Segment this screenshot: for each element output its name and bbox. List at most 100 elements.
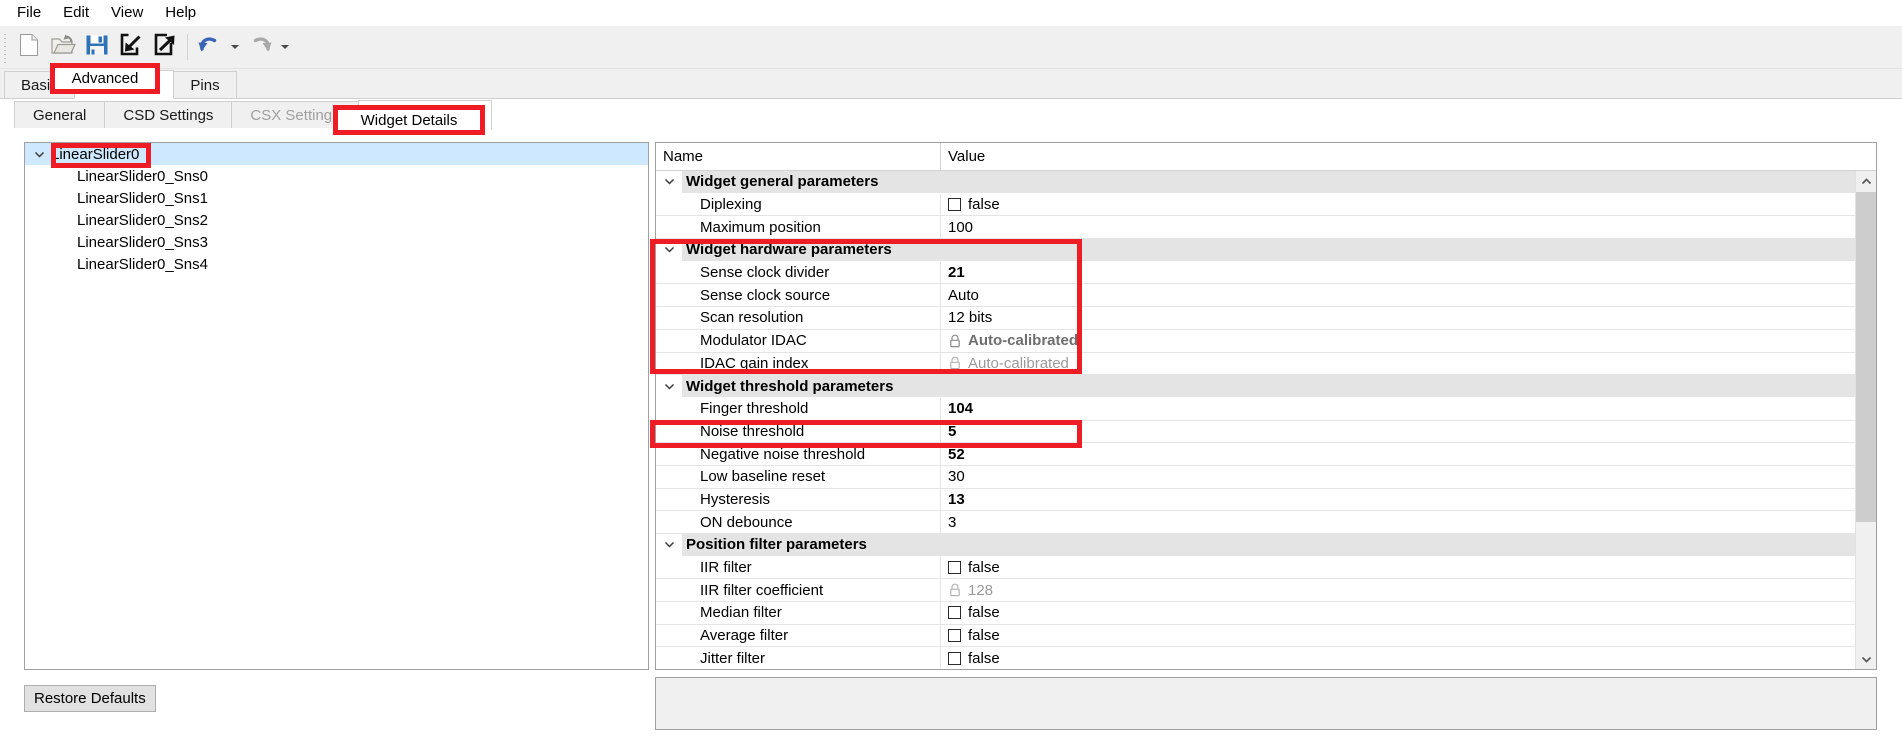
grid-param-row[interactable]: Sense clock source Auto	[656, 284, 1876, 308]
toolbar-drag-handle[interactable]	[2, 30, 9, 64]
grid-group-row[interactable]: Widget hardware parameters	[656, 239, 1876, 262]
grid-group-name-cell[interactable]: Position filter parameters	[656, 534, 941, 556]
grid-param-value-cell[interactable]: 3	[941, 511, 1876, 533]
grid-param-value-cell[interactable]: 30	[941, 466, 1876, 488]
grid-param-name-cell[interactable]: Median filter	[656, 602, 941, 624]
grid-param-value-cell[interactable]: 12 bits	[941, 307, 1876, 329]
grid-param-name-cell[interactable]: Negative noise threshold	[656, 443, 941, 465]
grid-param-row[interactable]: Noise threshold 5	[656, 420, 1876, 444]
chevron-down-icon[interactable]	[656, 171, 682, 193]
grid-param-name-cell[interactable]: Modulator IDAC	[656, 329, 941, 352]
grid-param-name-cell[interactable]: Hysteresis	[656, 488, 941, 511]
grid-param-row[interactable]: Low baseline reset 30	[656, 465, 1876, 489]
checkbox[interactable]	[948, 198, 961, 212]
grid-param-row[interactable]: Scan resolution 12 bits	[656, 307, 1876, 330]
checkbox[interactable]	[948, 651, 961, 665]
tree-node-linearslider0[interactable]: LinearSlider0	[25, 143, 648, 165]
tree-node-sns3[interactable]: LinearSlider0_Sns3	[25, 231, 648, 253]
grid-param-row[interactable]: ON debounce 3	[656, 511, 1876, 534]
grid-vertical-scrollbar[interactable]	[1855, 171, 1876, 669]
scroll-down-button[interactable]	[1856, 649, 1876, 669]
grid-param-row[interactable]: Diplexing false	[656, 193, 1876, 217]
redo-button[interactable]	[243, 30, 277, 64]
grid-param-name-cell[interactable]: IIR filter	[656, 556, 941, 579]
grid-group-name-cell[interactable]: Widget hardware parameters	[656, 239, 941, 261]
grid-param-name-cell[interactable]: IIR filter coefficient	[656, 579, 941, 602]
grid-header-name[interactable]: Name	[656, 143, 941, 170]
undo-button[interactable]	[193, 30, 227, 64]
tab-general[interactable]: General	[14, 101, 106, 129]
grid-param-row[interactable]: IIR filter coefficient 128	[656, 579, 1876, 603]
grid-param-value-cell[interactable]: 128	[941, 579, 1876, 601]
export-button[interactable]	[148, 30, 182, 64]
tree-node-sns2[interactable]: LinearSlider0_Sns2	[25, 209, 648, 231]
grid-param-row[interactable]: Median filter false	[656, 602, 1876, 625]
grid-param-name-cell[interactable]: Sense clock divider	[656, 261, 941, 284]
grid-param-row[interactable]: Maximum position 100	[656, 216, 1876, 240]
grid-header-value[interactable]: Value	[941, 143, 1876, 170]
grid-param-row[interactable]: IDAC gain index Auto-calibrated	[656, 352, 1876, 376]
chevron-down-icon[interactable]	[656, 375, 682, 397]
tab-advanced[interactable]: Advanced	[73, 70, 175, 99]
tree-node-sns1[interactable]: LinearSlider0_Sns1	[25, 187, 648, 209]
checkbox[interactable]	[948, 561, 961, 575]
menu-item-view[interactable]: View	[100, 1, 154, 25]
open-file-button[interactable]	[46, 30, 80, 64]
chevron-down-icon[interactable]	[656, 534, 682, 556]
import-button[interactable]	[114, 30, 148, 64]
grid-param-value-cell[interactable]: false	[941, 625, 1876, 647]
grid-param-name-cell[interactable]: Scan resolution	[656, 307, 941, 329]
grid-param-row[interactable]: Hysteresis 13	[656, 488, 1876, 512]
grid-param-row[interactable]: Negative noise threshold 52	[656, 443, 1876, 466]
grid-param-value-cell[interactable]: 13	[941, 489, 1876, 511]
grid-param-value-cell[interactable]: 21	[941, 262, 1876, 284]
widget-tree-panel[interactable]: LinearSlider0 LinearSlider0_Sns0 LinearS…	[24, 142, 649, 670]
tab-basic[interactable]: Basic	[4, 71, 75, 98]
menu-item-file[interactable]: File	[6, 1, 52, 25]
grid-param-name-cell[interactable]: ON debounce	[656, 511, 941, 533]
undo-dropdown-button[interactable]	[227, 30, 243, 64]
grid-param-name-cell[interactable]: Noise threshold	[656, 420, 941, 443]
new-file-button[interactable]	[12, 30, 46, 64]
grid-param-row[interactable]: Sense clock divider 21	[656, 261, 1876, 285]
checkbox[interactable]	[948, 629, 961, 643]
grid-param-name-cell[interactable]: Finger threshold	[656, 397, 941, 420]
scrollbar-thumb[interactable]	[1856, 192, 1876, 522]
scroll-up-button[interactable]	[1856, 171, 1876, 192]
grid-group-row[interactable]: Widget general parameters	[656, 171, 1876, 194]
grid-group-row[interactable]: Position filter parameters	[656, 534, 1876, 557]
grid-param-value-cell[interactable]: 104	[941, 398, 1876, 420]
grid-param-row[interactable]: IIR filter false	[656, 556, 1876, 580]
scrollbar-track[interactable]	[1856, 192, 1876, 649]
tree-node-sns4[interactable]: LinearSlider0_Sns4	[25, 253, 648, 275]
save-button[interactable]	[80, 30, 114, 64]
tab-widget-details[interactable]: Widget Details	[357, 100, 493, 130]
tab-csd-settings[interactable]: CSD Settings	[104, 101, 233, 129]
grid-param-row[interactable]: Average filter false	[656, 624, 1876, 648]
grid-param-value-cell[interactable]: 52	[941, 443, 1876, 465]
tree-node-sns0[interactable]: LinearSlider0_Sns0	[25, 165, 648, 187]
grid-param-value-cell[interactable]: Auto	[941, 284, 1876, 306]
grid-group-name-cell[interactable]: Widget threshold parameters	[656, 375, 941, 397]
redo-dropdown-button[interactable]	[277, 30, 293, 64]
grid-param-name-cell[interactable]: Diplexing	[656, 193, 941, 216]
grid-param-value-cell[interactable]: Auto-calibrated	[941, 330, 1876, 352]
grid-param-value-cell[interactable]: false	[941, 557, 1876, 579]
grid-param-value-cell[interactable]: false	[941, 194, 1876, 216]
grid-group-row[interactable]: Widget threshold parameters	[656, 375, 1876, 398]
menu-item-edit[interactable]: Edit	[52, 1, 100, 25]
restore-defaults-button[interactable]: Restore Defaults	[24, 685, 156, 712]
grid-param-value-cell[interactable]: Auto-calibrated	[941, 353, 1876, 375]
tab-pins[interactable]: Pins	[173, 71, 237, 98]
grid-param-row[interactable]: Jitter filter false	[656, 647, 1876, 669]
grid-param-row[interactable]: Modulator IDAC Auto-calibrated	[656, 329, 1876, 353]
grid-param-row[interactable]: Finger threshold 104	[656, 397, 1876, 421]
grid-group-name-cell[interactable]: Widget general parameters	[656, 171, 941, 193]
grid-param-name-cell[interactable]: Maximum position	[656, 216, 941, 239]
grid-param-name-cell[interactable]: Sense clock source	[656, 284, 941, 307]
grid-param-name-cell[interactable]: Jitter filter	[656, 647, 941, 669]
grid-param-value-cell[interactable]: 100	[941, 216, 1876, 238]
chevron-down-icon[interactable]	[29, 149, 49, 160]
grid-param-name-cell[interactable]: Average filter	[656, 624, 941, 647]
grid-param-name-cell[interactable]: IDAC gain index	[656, 352, 941, 375]
